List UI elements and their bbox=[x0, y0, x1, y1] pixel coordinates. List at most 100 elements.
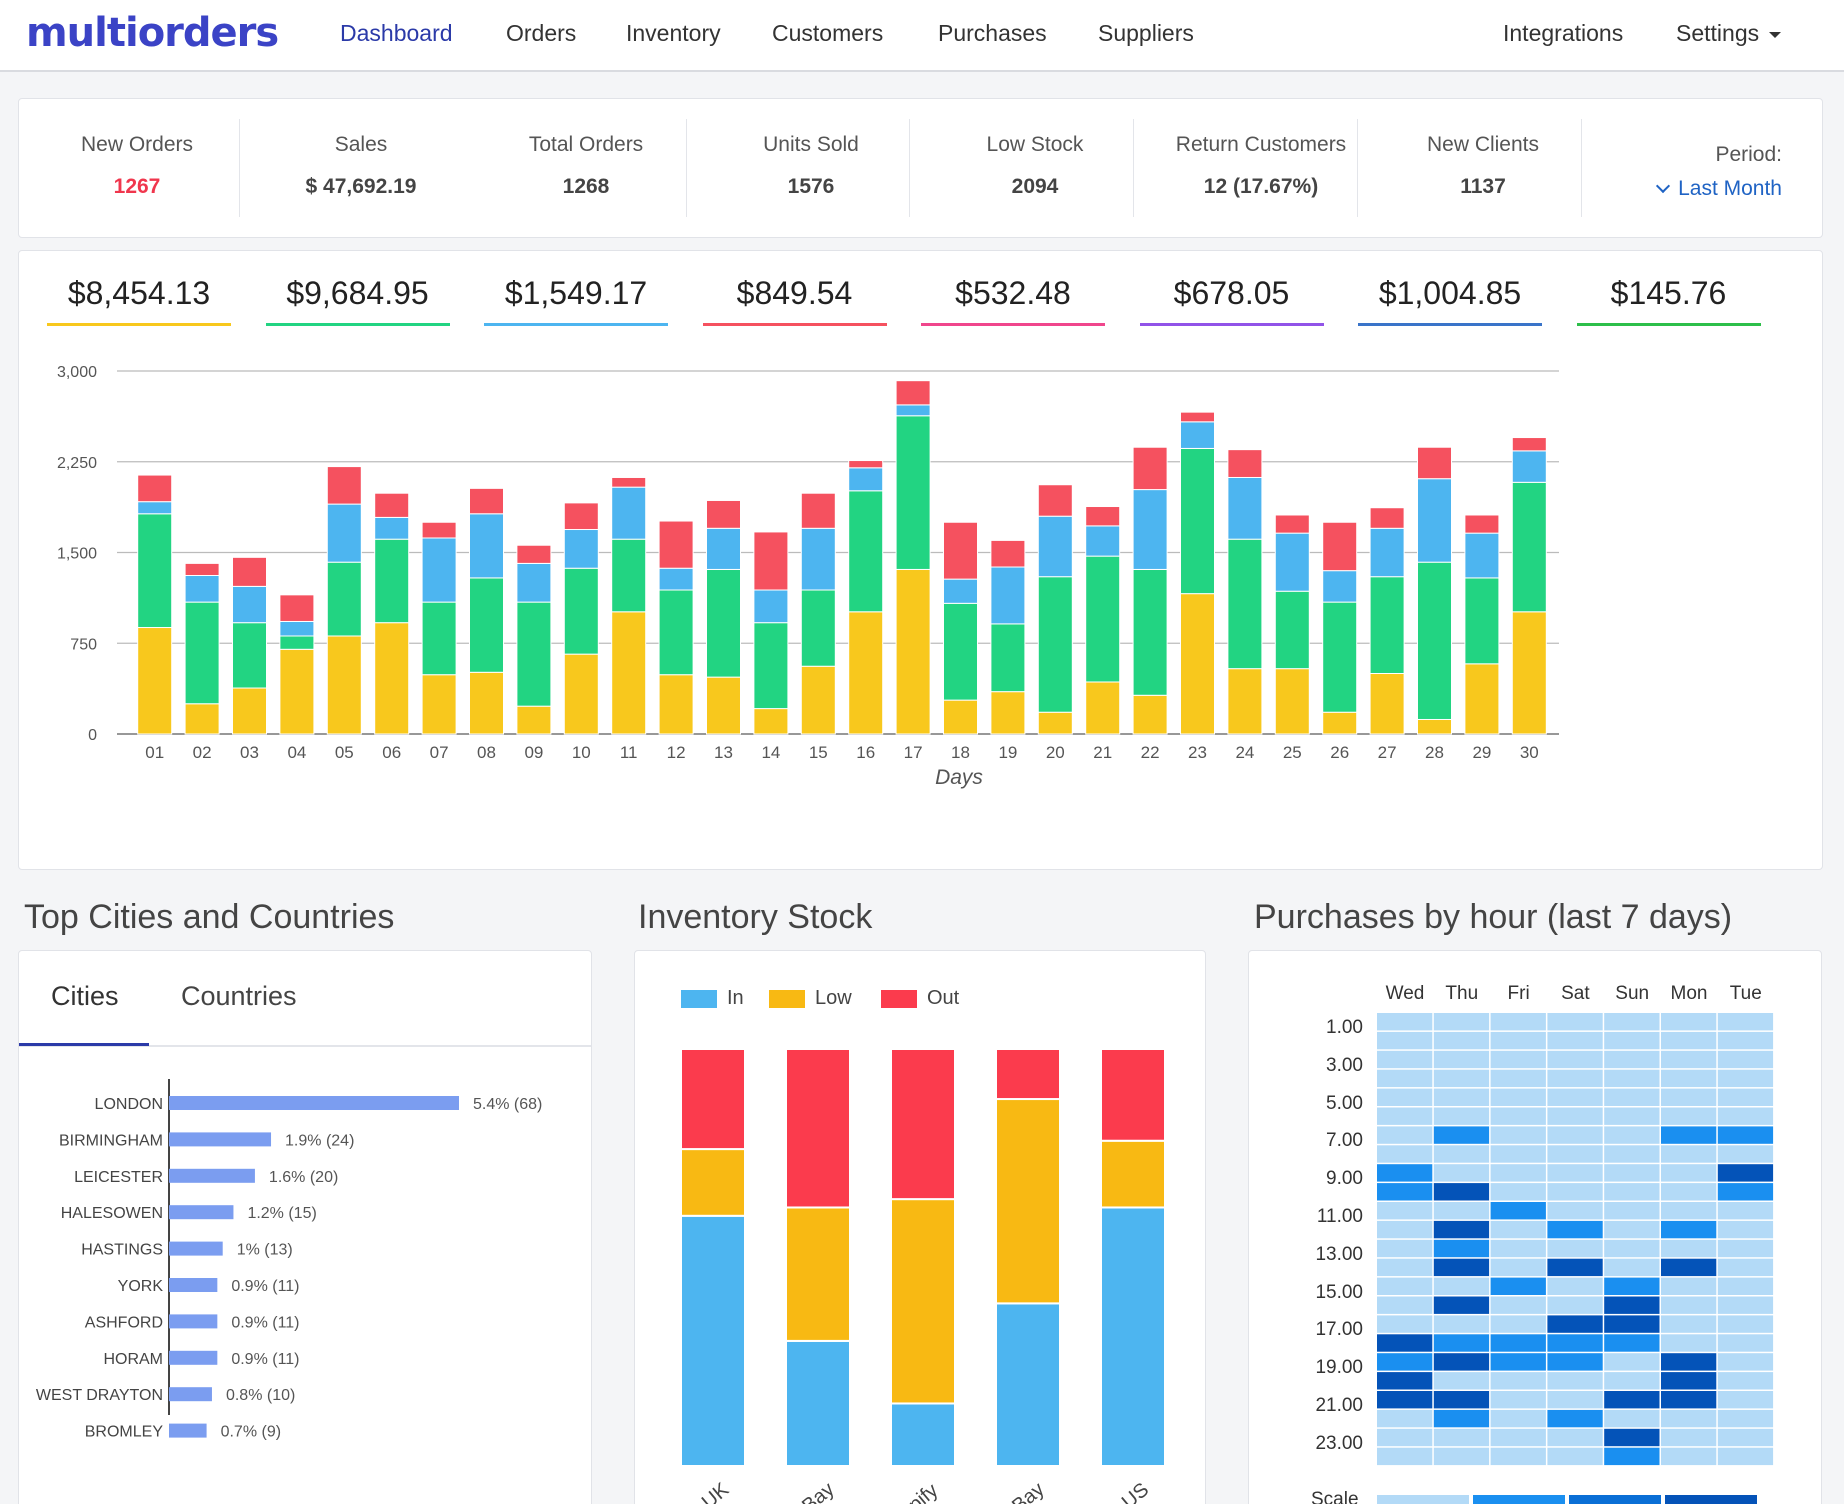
bar-segment[interactable] bbox=[137, 474, 173, 503]
bar-segment[interactable] bbox=[1322, 570, 1358, 603]
heatmap-cell[interactable] bbox=[1661, 1353, 1717, 1371]
heatmap-cell[interactable] bbox=[1433, 1258, 1490, 1277]
heatmap-cell[interactable] bbox=[1547, 1107, 1603, 1125]
heatmap-cell[interactable] bbox=[1661, 1315, 1717, 1333]
heatmap-cell[interactable] bbox=[1661, 1258, 1717, 1277]
heatmap-cell[interactable] bbox=[1604, 1145, 1660, 1163]
bar-segment[interactable] bbox=[943, 578, 978, 604]
heatmap-cell[interactable] bbox=[1490, 1050, 1546, 1069]
bar-segment[interactable] bbox=[137, 627, 173, 735]
heatmap-cell[interactable] bbox=[1717, 1220, 1774, 1239]
bar-segment[interactable] bbox=[516, 562, 552, 603]
heatmap-cell[interactable] bbox=[1433, 1050, 1490, 1069]
bar-segment[interactable] bbox=[1085, 681, 1121, 735]
bar-segment[interactable] bbox=[232, 687, 267, 735]
heatmap-cell[interactable] bbox=[1490, 1069, 1546, 1088]
nav-settings[interactable]: Settings bbox=[1676, 20, 1782, 47]
bar-segment[interactable] bbox=[374, 492, 410, 518]
city-bar[interactable] bbox=[169, 1278, 218, 1292]
heatmap-cell[interactable] bbox=[1433, 1391, 1490, 1409]
bar-segment[interactable] bbox=[1464, 577, 1500, 665]
bar-segment[interactable] bbox=[1227, 449, 1263, 478]
heatmap-cell[interactable] bbox=[1547, 1088, 1603, 1106]
heatmap-cell[interactable] bbox=[1377, 1334, 1433, 1352]
bar-segment[interactable] bbox=[1511, 481, 1547, 613]
heatmap-cell[interactable] bbox=[1377, 1296, 1433, 1314]
bar-segment[interactable] bbox=[1464, 532, 1500, 579]
heatmap-cell[interactable] bbox=[1433, 1164, 1490, 1182]
heatmap-cell[interactable] bbox=[1547, 1353, 1603, 1371]
heatmap-cell[interactable] bbox=[1433, 1315, 1490, 1333]
heatmap-cell[interactable] bbox=[1377, 1202, 1433, 1220]
heatmap-cell[interactable] bbox=[1547, 1050, 1603, 1069]
heatmap-cell[interactable] bbox=[1604, 1372, 1660, 1390]
heatmap-cell[interactable] bbox=[1717, 1334, 1774, 1352]
heatmap-cell[interactable] bbox=[1547, 1031, 1603, 1050]
heatmap-cell[interactable] bbox=[1717, 1372, 1774, 1390]
bar-segment[interactable] bbox=[563, 529, 599, 569]
bar-segment[interactable] bbox=[326, 561, 362, 637]
bar-segment[interactable] bbox=[184, 574, 220, 603]
heatmap-cell[interactable] bbox=[1661, 1069, 1717, 1088]
period-dropdown[interactable]: Last Month bbox=[1656, 177, 1782, 201]
bar-segment[interactable] bbox=[1132, 694, 1168, 735]
bar-segment[interactable] bbox=[421, 537, 457, 603]
heatmap-cell[interactable] bbox=[1433, 1239, 1490, 1258]
heatmap-cell[interactable] bbox=[1433, 1107, 1490, 1125]
legend-item[interactable]: In bbox=[681, 987, 744, 1010]
bar-segment[interactable] bbox=[516, 705, 552, 735]
stock-segment[interactable] bbox=[995, 1098, 1061, 1305]
heatmap-cell[interactable] bbox=[1377, 1353, 1433, 1371]
heatmap-cell[interactable] bbox=[1490, 1107, 1546, 1125]
heatmap-cell[interactable] bbox=[1490, 1428, 1546, 1447]
heatmap-cell[interactable] bbox=[1604, 1031, 1660, 1050]
nav-customers[interactable]: Customers bbox=[772, 20, 883, 47]
heatmap-cell[interactable] bbox=[1433, 1088, 1490, 1106]
bar-segment[interactable] bbox=[800, 527, 836, 591]
bar-segment[interactable] bbox=[1085, 506, 1121, 527]
heatmap-cell[interactable] bbox=[1717, 1145, 1774, 1163]
heatmap-cell[interactable] bbox=[1433, 1183, 1490, 1201]
heatmap-cell[interactable] bbox=[1604, 1391, 1660, 1409]
heatmap-cell[interactable] bbox=[1717, 1409, 1774, 1428]
bar-segment[interactable] bbox=[1180, 593, 1215, 735]
heatmap-cell[interactable] bbox=[1490, 1031, 1546, 1050]
bar-segment[interactable] bbox=[563, 502, 599, 531]
heatmap-cell[interactable] bbox=[1661, 1220, 1717, 1239]
nav-orders[interactable]: Orders bbox=[506, 20, 576, 47]
bar-segment[interactable] bbox=[137, 513, 173, 629]
heatmap-cell[interactable] bbox=[1604, 1164, 1660, 1182]
heatmap-cell[interactable] bbox=[1433, 1013, 1490, 1031]
heatmap-cell[interactable] bbox=[1604, 1258, 1660, 1277]
bar-segment[interactable] bbox=[1417, 561, 1452, 720]
heatmap-cell[interactable] bbox=[1433, 1277, 1490, 1295]
bar-segment[interactable] bbox=[1322, 601, 1358, 713]
bar-segment[interactable] bbox=[1369, 507, 1405, 529]
bar-segment[interactable] bbox=[1464, 514, 1500, 534]
bar-segment[interactable] bbox=[516, 601, 552, 707]
heatmap-cell[interactable] bbox=[1377, 1164, 1433, 1182]
heatmap-cell[interactable] bbox=[1490, 1409, 1546, 1428]
tab-countries[interactable]: Countries bbox=[181, 981, 297, 1012]
heatmap-cell[interactable] bbox=[1661, 1013, 1717, 1031]
heatmap-cell[interactable] bbox=[1547, 1258, 1603, 1277]
heatmap-cell[interactable] bbox=[1547, 1372, 1603, 1390]
bar-segment[interactable] bbox=[1369, 527, 1405, 578]
heatmap-cell[interactable] bbox=[1661, 1372, 1717, 1390]
heatmap-cell[interactable] bbox=[1377, 1258, 1433, 1277]
heatmap-cell[interactable] bbox=[1717, 1069, 1774, 1088]
heatmap-cell[interactable] bbox=[1604, 1315, 1660, 1333]
bar-segment[interactable] bbox=[1511, 611, 1547, 735]
heatmap-cell[interactable] bbox=[1433, 1202, 1490, 1220]
bar-segment[interactable] bbox=[1132, 446, 1168, 491]
bar-segment[interactable] bbox=[1322, 711, 1358, 735]
bar-segment[interactable] bbox=[658, 520, 694, 569]
bar-segment[interactable] bbox=[895, 380, 931, 406]
heatmap-cell[interactable] bbox=[1547, 1409, 1603, 1428]
heatmap-cell[interactable] bbox=[1433, 1069, 1490, 1088]
heatmap-cell[interactable] bbox=[1377, 1088, 1433, 1106]
heatmap-cell[interactable] bbox=[1717, 1031, 1774, 1050]
bar-segment[interactable] bbox=[279, 594, 315, 622]
heatmap-cell[interactable] bbox=[1490, 1447, 1546, 1466]
heatmap-cell[interactable] bbox=[1717, 1296, 1774, 1314]
